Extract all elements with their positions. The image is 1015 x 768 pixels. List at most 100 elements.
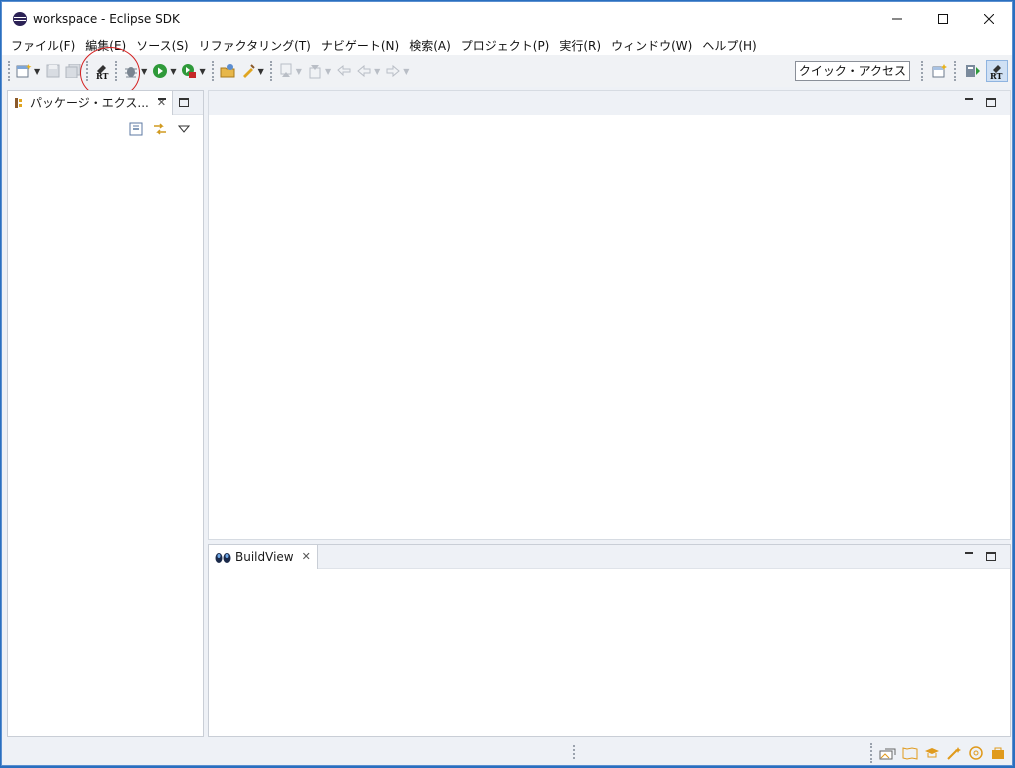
maximize-icon — [986, 551, 996, 561]
last-edit-icon[interactable] — [335, 62, 353, 80]
rt-label: RT — [96, 71, 109, 80]
previous-annotation-dropdown-arrow[interactable]: ▼ — [325, 67, 331, 76]
toolbar-grip[interactable] — [115, 61, 118, 81]
save-all-icon[interactable] — [64, 62, 82, 80]
maximize-icon — [986, 97, 996, 107]
view-menu-icon[interactable] — [175, 121, 193, 137]
menu-help[interactable]: ヘルプ(H) — [697, 37, 761, 54]
tab-build-view[interactable]: BuildView ✕ — [209, 544, 318, 569]
menu-edit[interactable]: 編集(E) — [80, 37, 131, 54]
perspective-grip[interactable] — [954, 61, 957, 81]
link-with-editor-icon[interactable] — [151, 121, 169, 137]
window-controls — [874, 2, 1012, 35]
toolbar-grip[interactable] — [86, 61, 89, 81]
external-tools-dropdown-arrow[interactable]: ▼ — [199, 67, 205, 76]
next-annotation-icon[interactable] — [277, 62, 295, 80]
minimize-view-button[interactable] — [958, 548, 980, 564]
fast-view-icon[interactable] — [878, 744, 898, 762]
title-bar: workspace - Eclipse SDK — [2, 2, 1012, 35]
minimize-view-button[interactable] — [151, 94, 173, 110]
whats-new-icon[interactable] — [966, 744, 986, 762]
main-toolbar: ▼ RT ▼ ▼ ▼ ▼ ▼ ▼ ▼ ▼ クイック・アクセス RT — [2, 47, 1012, 99]
eclipse-logo-icon — [13, 11, 27, 26]
minimize-button[interactable] — [874, 2, 920, 35]
open-perspective-icon[interactable] — [929, 60, 951, 82]
collapse-all-icon[interactable] — [127, 121, 145, 137]
status-bar-grip[interactable] — [573, 745, 576, 759]
maximize-view-button[interactable] — [980, 548, 1002, 564]
samples-icon[interactable] — [944, 744, 964, 762]
marketplace-icon[interactable] — [988, 744, 1008, 762]
maximize-icon — [938, 13, 948, 24]
tab-package-explorer[interactable]: パッケージ・エクス... ✕ — [8, 90, 174, 115]
run-icon[interactable] — [151, 62, 169, 80]
toolbar-grip[interactable] — [211, 61, 215, 81]
package-explorer-icon — [15, 97, 22, 108]
quick-access-field[interactable]: クイック・アクセス — [794, 61, 910, 81]
window-title: workspace - Eclipse SDK — [33, 11, 180, 26]
new-dropdown-arrow[interactable]: ▼ — [34, 67, 40, 76]
menu-navigate[interactable]: ナビゲート(N) — [316, 37, 404, 54]
close-icon — [984, 13, 994, 24]
menu-source[interactable]: ソース(S) — [131, 37, 193, 54]
maximize-view-button[interactable] — [173, 94, 195, 110]
rt-tool-icon[interactable]: RT — [93, 62, 111, 80]
perspective-switcher: RT — [918, 60, 1008, 82]
build-view-header: BuildView ✕ — [209, 544, 1010, 569]
save-icon[interactable] — [44, 62, 62, 80]
open-type-icon[interactable] — [219, 62, 237, 80]
debug-icon[interactable] — [122, 62, 140, 80]
status-bar-trim — [867, 743, 1008, 763]
eclipse-window: workspace - Eclipse SDK ファイル(F) 編集(E) ソー… — [1, 1, 1013, 766]
package-explorer-pane: パッケージ・エクス... ✕ — [7, 90, 204, 737]
menu-run[interactable]: 実行(R) — [554, 37, 606, 54]
back-dropdown-arrow[interactable]: ▼ — [374, 67, 380, 76]
toolbar-grip[interactable] — [8, 61, 11, 81]
minimize-icon — [158, 98, 166, 100]
editor-area-header — [209, 91, 1010, 115]
binoculars-icon — [215, 552, 231, 563]
search-icon[interactable] — [239, 62, 257, 80]
forward-icon[interactable] — [384, 62, 402, 80]
minimize-icon — [965, 98, 973, 100]
menu-project[interactable]: プロジェクト(P) — [456, 37, 555, 54]
perspective-grip[interactable] — [921, 61, 924, 81]
close-button[interactable] — [966, 2, 1012, 35]
menu-bar: ファイル(F) 編集(E) ソース(S) リファクタリング(T) ナビゲート(N… — [2, 35, 1012, 55]
run-dropdown-arrow[interactable]: ▼ — [170, 67, 176, 76]
trim-grip[interactable] — [870, 743, 873, 763]
back-icon[interactable] — [355, 62, 373, 80]
new-wizard-icon[interactable] — [15, 62, 33, 80]
forward-dropdown-arrow[interactable]: ▼ — [403, 67, 409, 76]
previous-annotation-icon[interactable] — [306, 62, 324, 80]
status-bar — [2, 739, 1012, 765]
tutorials-icon[interactable] — [922, 744, 942, 762]
package-explorer-tab-label: パッケージ・エクス... — [30, 96, 149, 110]
package-explorer-controls — [151, 94, 195, 110]
toolbar-grip[interactable] — [269, 61, 273, 81]
maximize-button[interactable] — [920, 2, 966, 35]
menu-file[interactable]: ファイル(F) — [6, 37, 80, 54]
build-view-controls — [958, 548, 1002, 564]
minimize-editor-button[interactable] — [958, 94, 980, 110]
maximize-icon — [179, 97, 189, 107]
editor-area-controls — [958, 94, 1002, 110]
rt-label: RT — [990, 71, 1003, 80]
minimize-icon — [965, 552, 973, 554]
debug-dropdown-arrow[interactable]: ▼ — [141, 67, 147, 76]
next-annotation-dropdown-arrow[interactable]: ▼ — [296, 67, 302, 76]
editor-area — [208, 90, 1011, 540]
rt-perspective-icon[interactable]: RT — [986, 60, 1008, 82]
maximize-editor-button[interactable] — [980, 94, 1002, 110]
menu-refactor[interactable]: リファクタリング(T) — [194, 37, 316, 54]
search-dropdown-arrow[interactable]: ▼ — [258, 67, 264, 76]
minimize-icon — [892, 18, 902, 19]
build-view-tab-label: BuildView — [235, 549, 294, 564]
overview-icon[interactable] — [900, 744, 920, 762]
external-tools-icon[interactable] — [180, 62, 198, 80]
menu-search[interactable]: 検索(A) — [404, 37, 456, 54]
menu-window[interactable]: ウィンドウ(W) — [606, 37, 697, 54]
close-icon[interactable]: ✕ — [302, 550, 311, 563]
build-view-pane: BuildView ✕ — [208, 544, 1011, 737]
java-perspective-icon[interactable] — [962, 60, 984, 82]
